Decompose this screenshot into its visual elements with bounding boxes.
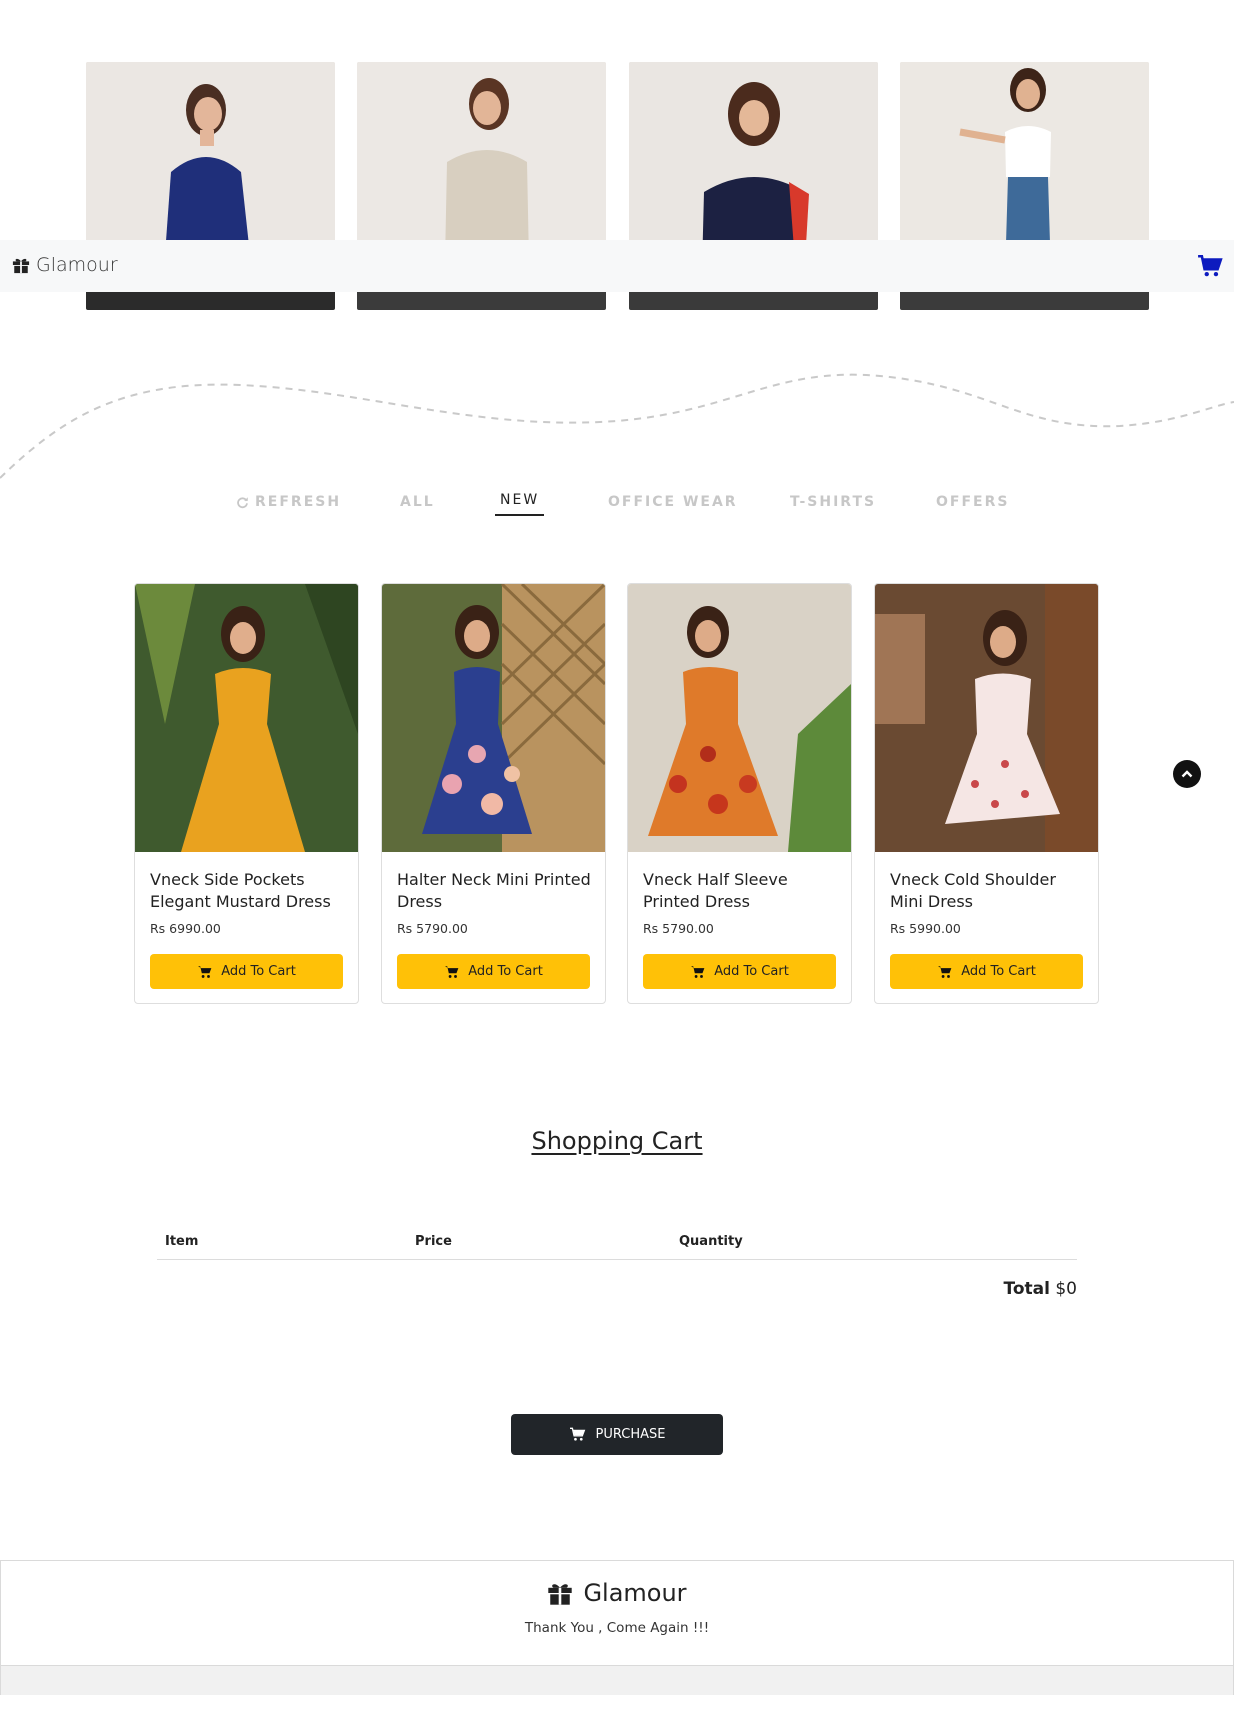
cart-header-item: Item [165, 1234, 199, 1249]
filter-all-label: ALL [400, 494, 435, 510]
product-card: Vneck Cold Shoulder Mini Dress Rs 5990.0… [874, 583, 1099, 1004]
add-to-cart-label: Add To Cart [221, 964, 296, 979]
cart-divider [157, 1259, 1077, 1260]
filter-t-shirts[interactable]: T-SHIRTS [790, 490, 876, 514]
cart-total: Total $0 [1000, 1279, 1078, 1299]
footer-bottom-bar [1, 1665, 1233, 1695]
add-to-cart-button[interactable]: Add To Cart [150, 954, 343, 989]
product-price: Rs 5990.00 [890, 921, 961, 936]
purchase-label: PURCHASE [595, 1427, 666, 1442]
filter-all[interactable]: ALL [400, 490, 435, 514]
filter-offers-label: OFFERS [936, 494, 1010, 510]
product-price: Rs 5790.00 [397, 921, 468, 936]
footer-brand: Glamour [1, 1579, 1233, 1607]
cart-icon [198, 965, 212, 978]
product-card: Halter Neck Mini Printed Dress Rs 5790.0… [381, 583, 606, 1004]
product-price: Rs 5790.00 [643, 921, 714, 936]
filter-offers[interactable]: OFFERS [936, 490, 1009, 514]
cart-icon[interactable] [1197, 253, 1223, 279]
filter-refresh[interactable]: REFRESH [236, 490, 341, 514]
product-name: Vneck Side Pockets Elegant Mustard Dress [150, 870, 331, 911]
filter-t-shirts-label: T-SHIRTS [790, 494, 877, 510]
cart-title-text: Shopping Cart [531, 1127, 703, 1155]
filter-new[interactable]: NEW [495, 490, 545, 516]
navbar: Glamour [0, 240, 1234, 292]
product-name: Halter Neck Mini Printed Dress [397, 870, 591, 911]
add-to-cart-button[interactable]: Add To Cart [397, 954, 590, 989]
brand-name: Glamour [36, 254, 118, 276]
footer-message: Thank You , Come Again !!! [524, 1620, 710, 1636]
refresh-icon [237, 496, 248, 508]
add-to-cart-label: Add To Cart [714, 964, 789, 979]
product-name: Vneck Cold Shoulder Mini Dress [890, 870, 1056, 911]
cart-icon [938, 965, 952, 978]
product-image[interactable] [628, 584, 851, 852]
cart-icon [445, 965, 459, 978]
gift-icon [12, 258, 30, 274]
filter-refresh-label: REFRESH [255, 494, 342, 510]
add-to-cart-label: Add To Cart [468, 964, 543, 979]
filter-new-label: NEW [500, 492, 540, 508]
scroll-to-top-button[interactable] [1173, 760, 1201, 788]
product-name: Vneck Half Sleeve Printed Dress [643, 870, 788, 911]
cart-header-quantity: Quantity [679, 1234, 743, 1249]
cart-title: Shopping Cart [0, 1127, 1234, 1155]
footer: Glamour Thank You , Come Again !!! [0, 1560, 1234, 1695]
cart-total-value: $0 [1055, 1279, 1077, 1299]
cart-total-label: Total [1003, 1279, 1050, 1299]
filter-office-wear-label: OFFICE WEAR [608, 494, 738, 510]
product-image[interactable] [135, 584, 358, 852]
product-price: Rs 6990.00 [150, 921, 221, 936]
product-image[interactable] [875, 584, 1098, 852]
product-card: Vneck Half Sleeve Printed Dress Rs 5790.… [627, 583, 852, 1004]
footer-brand-name: Glamour [583, 1579, 687, 1607]
add-to-cart-label: Add To Cart [961, 964, 1036, 979]
navbar-brand[interactable]: Glamour [12, 254, 118, 276]
cart-header-price: Price [415, 1234, 452, 1249]
cart-icon [691, 965, 705, 978]
chevron-up-icon [1181, 770, 1193, 778]
product-card: Vneck Side Pockets Elegant Mustard Dress… [134, 583, 359, 1004]
gift-icon [548, 1584, 573, 1605]
cart-icon [569, 1427, 585, 1441]
wave-divider [0, 373, 1234, 479]
filter-office-wear[interactable]: OFFICE WEAR [608, 490, 738, 514]
add-to-cart-button[interactable]: Add To Cart [890, 954, 1083, 989]
product-image[interactable] [382, 584, 605, 852]
add-to-cart-button[interactable]: Add To Cart [643, 954, 836, 989]
purchase-button[interactable]: PURCHASE [511, 1414, 723, 1455]
